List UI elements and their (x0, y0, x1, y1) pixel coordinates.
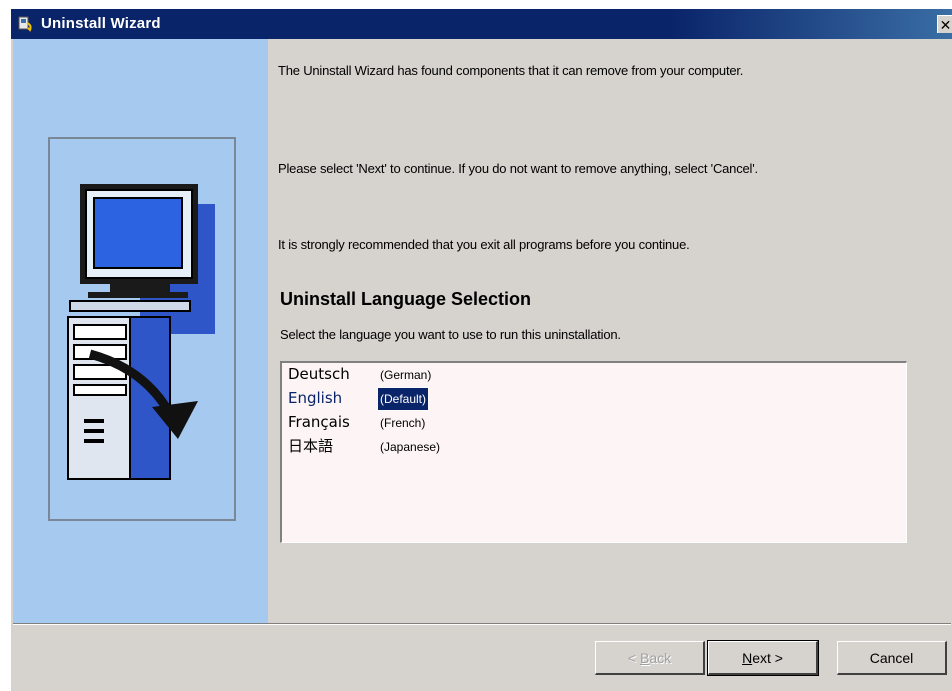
language-name: Deutsch (288, 365, 350, 383)
uninstall-wizard-window: Uninstall Wizard ✕ The Uninstall Wizard … (10, 8, 952, 691)
cancel-button[interactable]: Cancel (837, 641, 947, 675)
language-note: (French) (380, 416, 426, 430)
back-prefix: < (627, 650, 640, 666)
title-bar[interactable]: Uninstall Wizard ✕ (11, 9, 952, 39)
language-name: 日本語 (288, 437, 334, 455)
found-components-text: The Uninstall Wizard has found component… (278, 63, 744, 78)
language-name: English (288, 389, 343, 407)
back-accelerator: B (639, 650, 650, 666)
wizard-side-panel (13, 39, 268, 625)
section-heading: Uninstall Language Selection (280, 289, 532, 309)
language-option-japanese[interactable]: 日本語 (Japanese) (282, 435, 906, 459)
language-option-english[interactable]: English (Default) (282, 387, 906, 411)
next-button[interactable]: Next > (707, 640, 819, 676)
close-icon: ✕ (939, 17, 952, 33)
language-option-deutsch[interactable]: Deutsch (German) (282, 363, 906, 387)
language-note: (Default) (376, 387, 430, 411)
next-accelerator: N (742, 650, 753, 666)
back-button[interactable]: < Back (595, 641, 705, 675)
language-note: (German) (380, 368, 432, 382)
window-title: Uninstall Wizard (41, 15, 161, 32)
back-label-rest: ack (649, 650, 672, 666)
recommendation-text: It is strongly recommended that you exit… (278, 237, 690, 252)
next-label-rest: ext > (752, 650, 783, 666)
close-button[interactable]: ✕ (937, 15, 952, 33)
language-name: Français (288, 413, 350, 431)
section-description: Select the language you want to use to r… (280, 327, 621, 342)
computer-uninstall-illustration (67, 184, 215, 480)
language-option-francais[interactable]: Français (French) (282, 411, 906, 435)
footer-divider (13, 623, 951, 625)
wizard-content: The Uninstall Wizard has found component… (278, 39, 948, 619)
language-note: (Japanese) (380, 440, 441, 454)
uninstall-wizard-icon (18, 16, 32, 32)
language-list[interactable]: Deutsch (German) English (Default) Françai… (280, 361, 907, 543)
cancel-label: Cancel (869, 650, 914, 666)
continue-instructions-text: Please select 'Next' to continue. If you… (278, 161, 758, 176)
art-frame (48, 137, 236, 521)
